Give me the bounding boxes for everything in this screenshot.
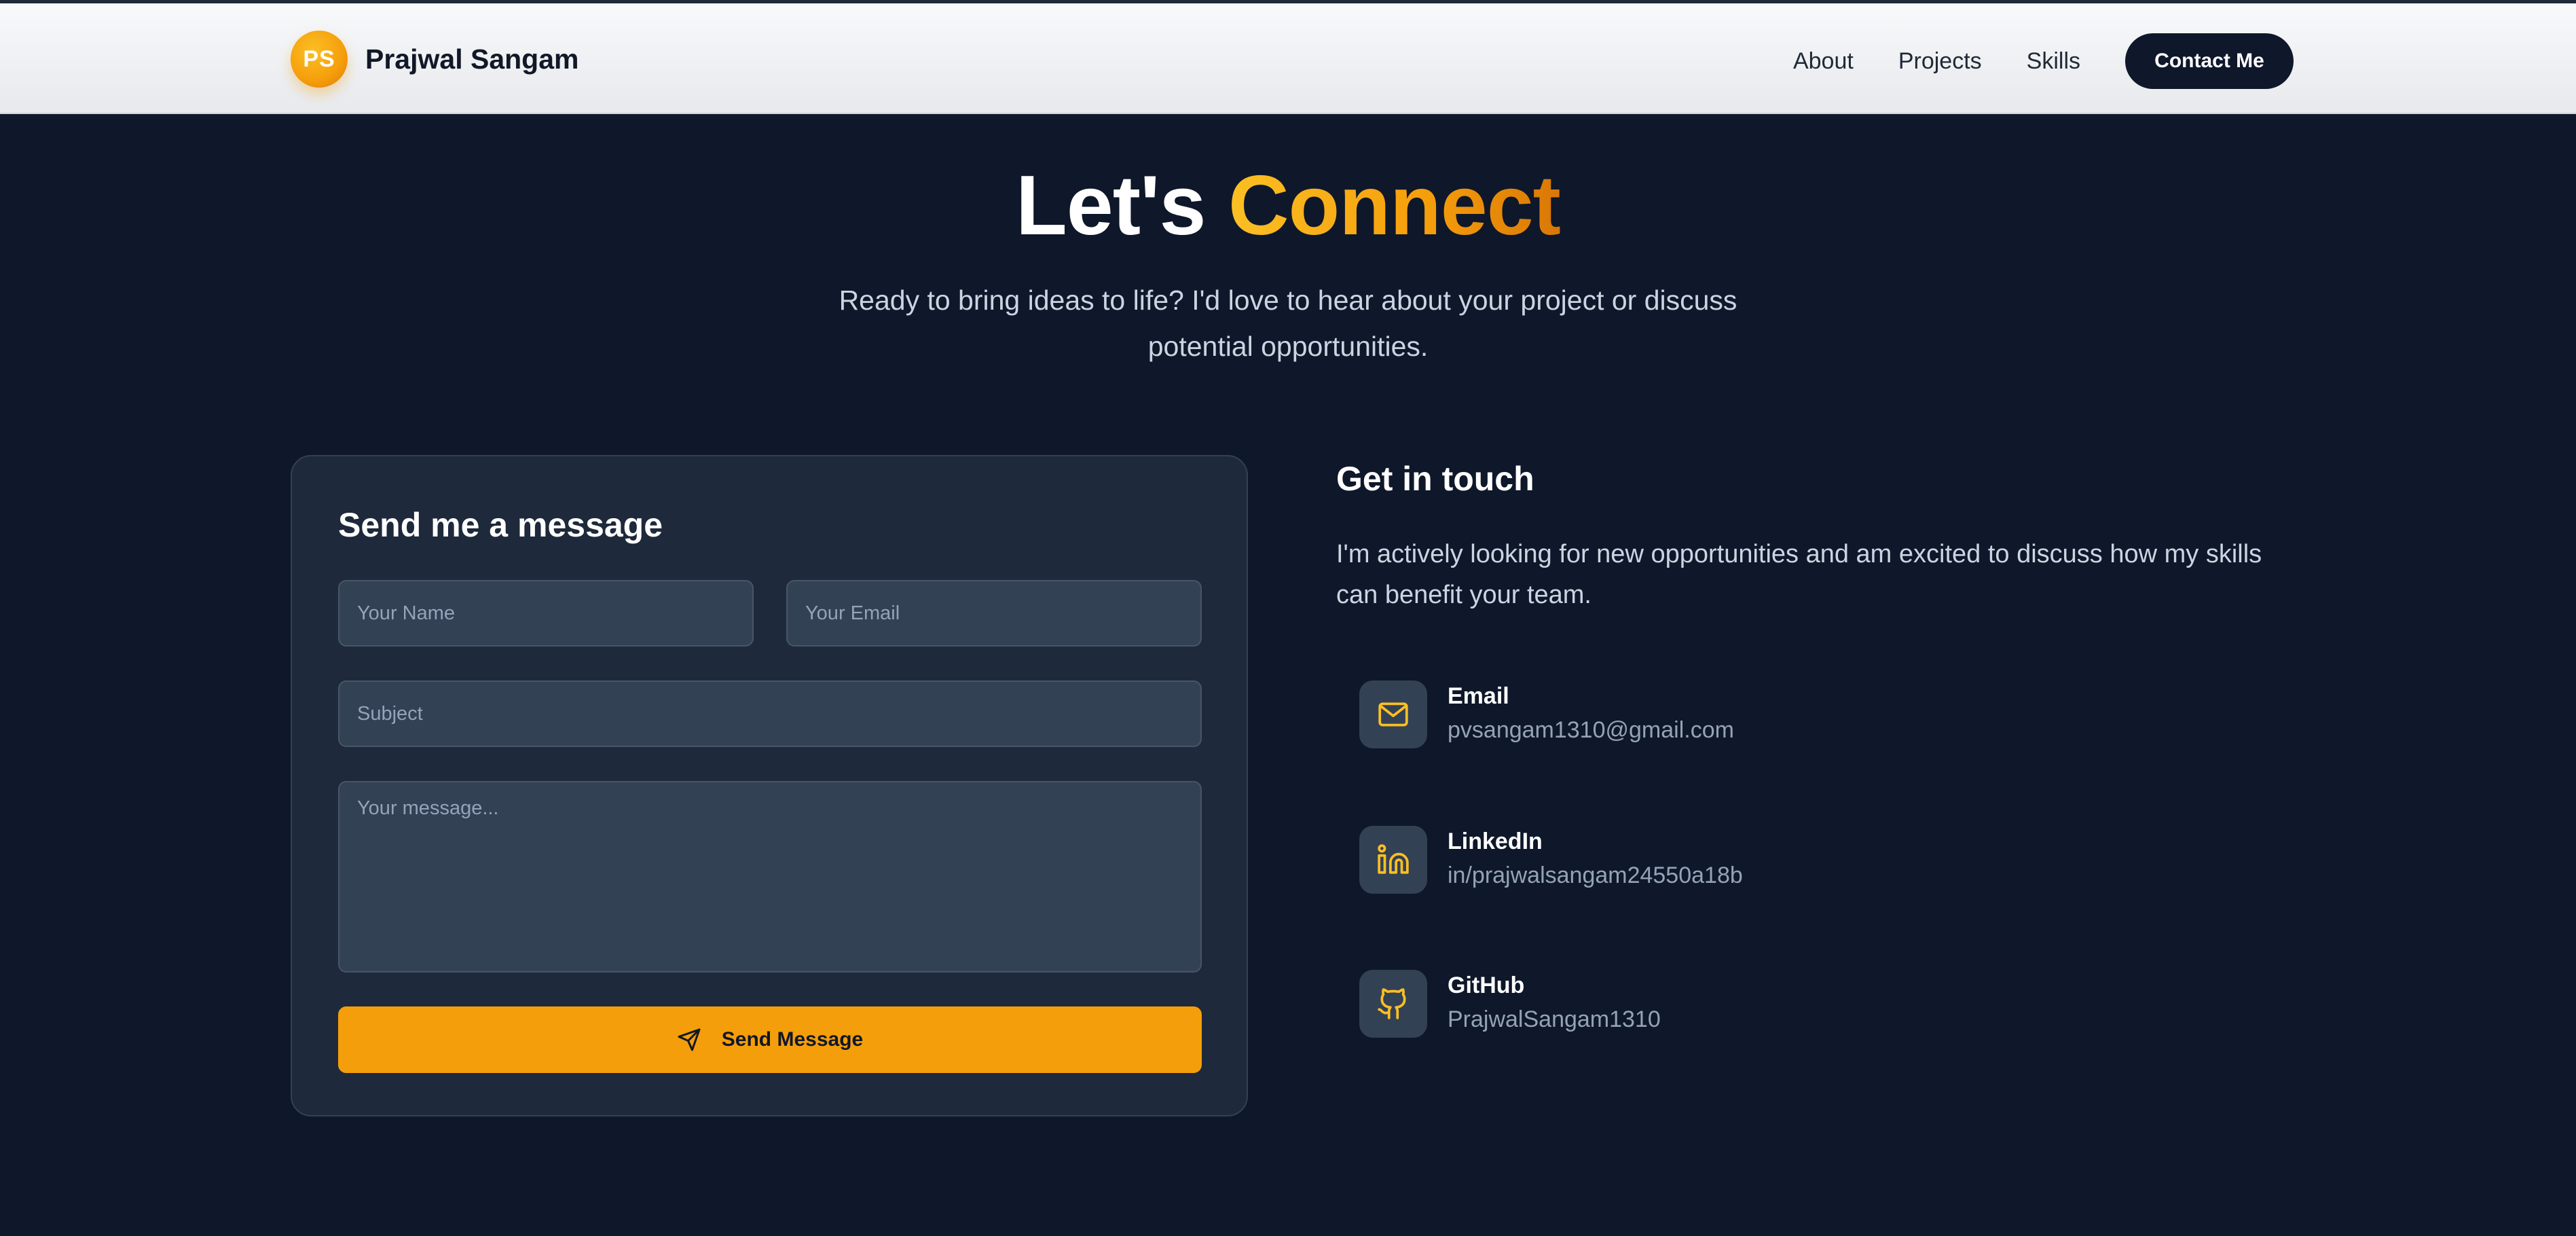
nav-link-about[interactable]: About — [1793, 48, 1854, 75]
top-navbar: PS Prajwal Sangam About Projects Skills … — [0, 0, 2576, 114]
message-form-card: Send me a message Send Message — [291, 455, 1248, 1116]
subject-input[interactable] — [338, 680, 1202, 747]
contact-value[interactable]: in/prajwalsangam24550a18b — [1448, 862, 1743, 889]
linkedin-icon — [1359, 826, 1427, 894]
nav-link-projects[interactable]: Projects — [1898, 48, 1982, 75]
send-message-label: Send Message — [721, 1028, 864, 1051]
contact-label: LinkedIn — [1448, 829, 1543, 854]
contact-label: Email — [1448, 683, 1509, 709]
name-input[interactable] — [338, 580, 754, 647]
contact-me-button[interactable]: Contact Me — [2125, 33, 2294, 89]
form-title: Send me a message — [338, 506, 663, 544]
contact-value[interactable]: PrajwalSangam1310 — [1448, 1006, 1661, 1033]
brand-name: Prajwal Sangam — [365, 43, 579, 75]
contact-item-github[interactable]: GitHub PrajwalSangam1310 — [1359, 970, 2174, 1038]
contact-item-email[interactable]: Email pvsangam1310@gmail.com — [1359, 680, 2174, 748]
mail-icon — [1359, 680, 1427, 748]
github-icon — [1359, 970, 1427, 1038]
page-title-accent: Connect — [1228, 159, 1561, 253]
page-subtitle: Ready to bring ideas to life? I'd love t… — [839, 285, 1737, 362]
nav-link-skills[interactable]: Skills — [2027, 48, 2080, 75]
brand-logo: PS — [291, 31, 348, 88]
contact-item-linkedin[interactable]: LinkedIn in/prajwalsangam24550a18b — [1359, 826, 2174, 894]
message-textarea[interactable] — [338, 781, 1202, 973]
get-in-touch-title: Get in touch — [1336, 460, 1534, 498]
page-title: Let's Connect — [0, 158, 2576, 254]
get-in-touch-intro: I'm actively looking for new opportuniti… — [1336, 540, 2262, 609]
send-message-button[interactable]: Send Message — [338, 1006, 1202, 1073]
nav-links: About Projects Skills Contact Me — [1793, 33, 2294, 89]
email-input[interactable] — [786, 580, 1202, 647]
contact-label: GitHub — [1448, 973, 1525, 998]
page-title-plain: Let's — [1016, 159, 1206, 253]
send-icon — [678, 1028, 701, 1051]
brand[interactable]: PS Prajwal Sangam — [291, 31, 578, 88]
contact-value[interactable]: pvsangam1310@gmail.com — [1448, 717, 1734, 744]
